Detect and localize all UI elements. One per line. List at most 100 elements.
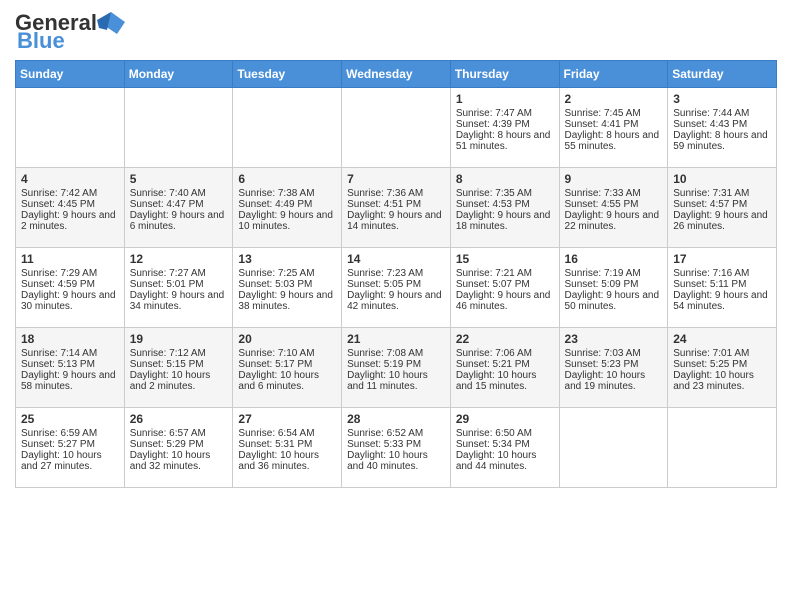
day-number: 29 (456, 412, 554, 426)
day-number: 12 (130, 252, 228, 266)
sunrise-text: Sunrise: 7:14 AM (21, 348, 97, 359)
calendar-cell: 16Sunrise: 7:19 AMSunset: 5:09 PMDayligh… (559, 248, 668, 328)
sunset-text: Sunset: 4:51 PM (347, 199, 421, 210)
sunset-text: Sunset: 5:19 PM (347, 359, 421, 370)
sunrise-text: Sunrise: 7:29 AM (21, 268, 97, 279)
sunrise-text: Sunrise: 7:44 AM (673, 108, 749, 119)
day-number: 27 (238, 412, 336, 426)
day-number: 23 (565, 332, 663, 346)
daylight-text: Daylight: 9 hours and 50 minutes. (565, 290, 660, 312)
daylight-text: Daylight: 9 hours and 22 minutes. (565, 210, 660, 232)
sunset-text: Sunset: 5:31 PM (238, 439, 312, 450)
daylight-text: Daylight: 9 hours and 6 minutes. (130, 210, 225, 232)
sunset-text: Sunset: 5:09 PM (565, 279, 639, 290)
calendar-cell: 3Sunrise: 7:44 AMSunset: 4:43 PMDaylight… (668, 88, 777, 168)
calendar-cell: 1Sunrise: 7:47 AMSunset: 4:39 PMDaylight… (450, 88, 559, 168)
calendar-cell: 18Sunrise: 7:14 AMSunset: 5:13 PMDayligh… (16, 328, 125, 408)
daylight-text: Daylight: 9 hours and 14 minutes. (347, 210, 442, 232)
weekday-header-thursday: Thursday (450, 61, 559, 88)
sunrise-text: Sunrise: 7:08 AM (347, 348, 423, 359)
weekday-header-monday: Monday (124, 61, 233, 88)
calendar-cell: 6Sunrise: 7:38 AMSunset: 4:49 PMDaylight… (233, 168, 342, 248)
day-number: 21 (347, 332, 445, 346)
sunrise-text: Sunrise: 7:47 AM (456, 108, 532, 119)
sunset-text: Sunset: 4:57 PM (673, 199, 747, 210)
day-number: 1 (456, 92, 554, 106)
weekday-header-wednesday: Wednesday (342, 61, 451, 88)
day-number: 17 (673, 252, 771, 266)
day-number: 8 (456, 172, 554, 186)
day-number: 14 (347, 252, 445, 266)
sunrise-text: Sunrise: 7:16 AM (673, 268, 749, 279)
daylight-text: Daylight: 9 hours and 46 minutes. (456, 290, 551, 312)
sunrise-text: Sunrise: 7:35 AM (456, 188, 532, 199)
daylight-text: Daylight: 9 hours and 2 minutes. (21, 210, 116, 232)
sunset-text: Sunset: 5:03 PM (238, 279, 312, 290)
day-number: 19 (130, 332, 228, 346)
daylight-text: Daylight: 9 hours and 38 minutes. (238, 290, 333, 312)
sunset-text: Sunset: 4:39 PM (456, 119, 530, 130)
calendar-cell: 5Sunrise: 7:40 AMSunset: 4:47 PMDaylight… (124, 168, 233, 248)
calendar-week-row: 11Sunrise: 7:29 AMSunset: 4:59 PMDayligh… (16, 248, 777, 328)
day-number: 13 (238, 252, 336, 266)
day-number: 15 (456, 252, 554, 266)
calendar-cell: 21Sunrise: 7:08 AMSunset: 5:19 PMDayligh… (342, 328, 451, 408)
sunrise-text: Sunrise: 7:25 AM (238, 268, 314, 279)
daylight-text: Daylight: 10 hours and 44 minutes. (456, 450, 537, 472)
sunset-text: Sunset: 5:34 PM (456, 439, 530, 450)
daylight-text: Daylight: 10 hours and 6 minutes. (238, 370, 319, 392)
sunset-text: Sunset: 5:21 PM (456, 359, 530, 370)
sunset-text: Sunset: 4:49 PM (238, 199, 312, 210)
day-number: 2 (565, 92, 663, 106)
sunset-text: Sunset: 5:29 PM (130, 439, 204, 450)
sunset-text: Sunset: 4:41 PM (565, 119, 639, 130)
sunset-text: Sunset: 5:25 PM (673, 359, 747, 370)
day-number: 10 (673, 172, 771, 186)
daylight-text: Daylight: 10 hours and 2 minutes. (130, 370, 211, 392)
day-number: 28 (347, 412, 445, 426)
calendar-cell: 2Sunrise: 7:45 AMSunset: 4:41 PMDaylight… (559, 88, 668, 168)
sunrise-text: Sunrise: 7:38 AM (238, 188, 314, 199)
weekday-header-tuesday: Tuesday (233, 61, 342, 88)
sunrise-text: Sunrise: 7:06 AM (456, 348, 532, 359)
weekday-header-sunday: Sunday (16, 61, 125, 88)
sunrise-text: Sunrise: 7:36 AM (347, 188, 423, 199)
calendar-cell: 13 Sunrise: 7:25 AMSunset: 5:03 PMDayligh… (233, 248, 342, 328)
daylight-text: Daylight: 10 hours and 15 minutes. (456, 370, 537, 392)
day-number: 7 (347, 172, 445, 186)
page-header: General Blue (15, 10, 777, 54)
sunset-text: Sunset: 5:07 PM (456, 279, 530, 290)
daylight-text: Daylight: 8 hours and 59 minutes. (673, 130, 768, 152)
sunset-text: Sunset: 5:15 PM (130, 359, 204, 370)
sunset-text: Sunset: 5:33 PM (347, 439, 421, 450)
calendar-cell (124, 88, 233, 168)
calendar-cell: 19Sunrise: 7:12 AMSunset: 5:15 PMDayligh… (124, 328, 233, 408)
calendar-cell: 26Sunrise: 6:57 AMSunset: 5:29 PMDayligh… (124, 408, 233, 488)
day-number: 4 (21, 172, 119, 186)
sunset-text: Sunset: 4:43 PM (673, 119, 747, 130)
calendar-week-row: 1 Sunrise: 7:47 AMSunset: 4:39 PM Daylight… (16, 88, 777, 168)
logo: General Blue (15, 10, 125, 54)
sunrise-text: Sunrise: 7:01 AM (673, 348, 749, 359)
calendar-cell: 10Sunrise: 7:31 AMSunset: 4:57 PMDayligh… (668, 168, 777, 248)
day-number: 26 (130, 412, 228, 426)
calendar-cell: 17Sunrise: 7:16 AMSunset: 5:11 PMDayligh… (668, 248, 777, 328)
sunset-text: Sunset: 4:47 PM (130, 199, 204, 210)
calendar-table: SundayMondayTuesdayWednesdayThursdayFrid… (15, 60, 777, 488)
daylight-text: Daylight: 9 hours and 30 minutes. (21, 290, 116, 312)
sunset-text: Sunset: 5:11 PM (673, 279, 746, 290)
calendar-cell: 8Sunrise: 7:35 AMSunset: 4:53 PMDaylight… (450, 168, 559, 248)
logo-text-blue: Blue (17, 28, 65, 54)
day-number: 24 (673, 332, 771, 346)
weekday-header-saturday: Saturday (668, 61, 777, 88)
day-number: 20 (238, 332, 336, 346)
calendar-week-row: 25Sunrise: 6:59 AMSunset: 5:27 PMDayligh… (16, 408, 777, 488)
weekday-header-row: SundayMondayTuesdayWednesdayThursdayFrid… (16, 61, 777, 88)
sunset-text: Sunset: 5:05 PM (347, 279, 421, 290)
sunrise-text: Sunrise: 7:27 AM (130, 268, 206, 279)
daylight-text: Daylight: 9 hours and 10 minutes. (238, 210, 333, 232)
calendar-cell: 20Sunrise: 7:10 AMSunset: 5:17 PMDayligh… (233, 328, 342, 408)
sunset-text: Sunset: 5:23 PM (565, 359, 639, 370)
day-number: 9 (565, 172, 663, 186)
sunset-text: Sunset: 4:59 PM (21, 279, 95, 290)
